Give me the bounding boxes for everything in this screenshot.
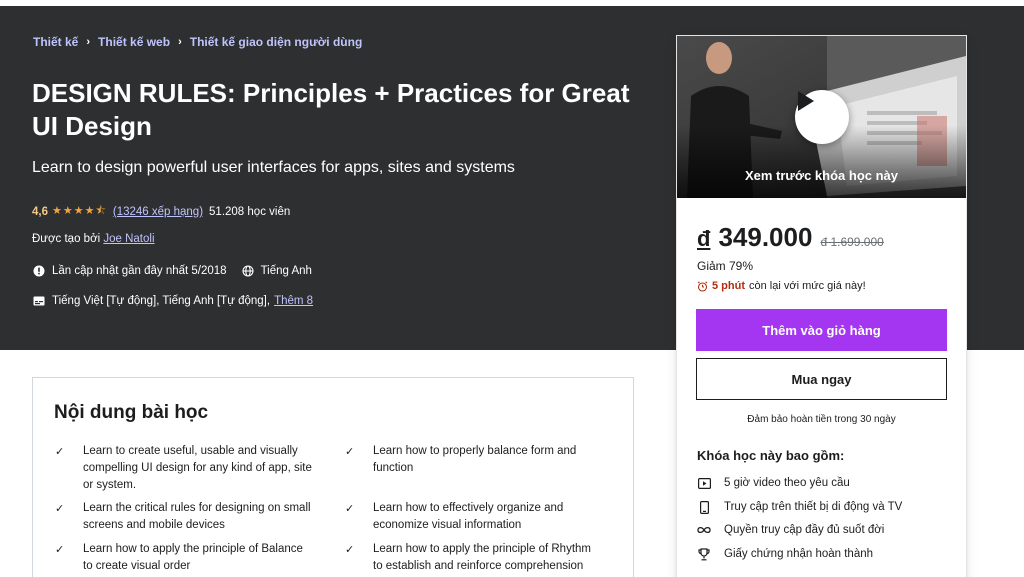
- price-row: đ 349.000 đ 1.699.000: [697, 222, 884, 253]
- current-price: 349.000: [718, 222, 813, 252]
- course-preview-video[interactable]: Xem trước khóa học này: [677, 36, 966, 198]
- add-to-cart-button[interactable]: Thêm vào giỏ hàng: [696, 309, 947, 351]
- includes-item: Giấy chứng nhận hoàn thành: [697, 547, 873, 561]
- learn-item-line: Learn how to apply the principle of Bala…: [83, 543, 303, 555]
- buy-now-button[interactable]: Mua ngay: [696, 358, 947, 400]
- learn-item-line: Learn to create useful, usable and visua…: [83, 445, 298, 457]
- includes-item: Truy cập trên thiết bị di động và TV: [697, 500, 902, 514]
- chevron-right-icon: ›: [86, 36, 91, 48]
- includes-item: Quyền truy cập đầy đủ suốt đời: [697, 523, 884, 537]
- timer-remaining: 5 phút: [712, 280, 745, 292]
- money-back-guarantee: Đảm bảo hoàn tiền trong 30 ngày: [747, 414, 896, 425]
- rating-value: 4,6: [32, 205, 48, 218]
- learn-section-title: Nội dung bài học: [54, 402, 209, 423]
- includes-text: Truy cập trên thiết bị di động và TV: [724, 501, 903, 513]
- learn-item: ✓ Learn how to effectively organize and …: [345, 500, 625, 534]
- learn-item-line: to create visual order: [83, 560, 191, 572]
- globe-icon: [241, 264, 255, 278]
- preview-label: Xem trước khóa học này: [744, 168, 899, 183]
- infinity-icon: [697, 523, 711, 537]
- created-by-label: Được tạo bởi: [32, 233, 101, 245]
- learn-item-line: to establish and reinforce comprehension: [373, 560, 584, 572]
- closed-captions-icon: [32, 294, 46, 308]
- learn-item-text: Learn the critical rules for designing o…: [83, 500, 311, 534]
- learn-item-text: Learn how to properly balance form and f…: [373, 443, 576, 477]
- learn-item: ✓ Learn the critical rules for designing…: [55, 500, 335, 534]
- check-icon: ✓: [345, 544, 355, 556]
- course-subtitle: Learn to design powerful user interfaces…: [32, 159, 515, 176]
- learn-item-line: or system.: [83, 479, 137, 491]
- original-price: đ 1.699.000: [820, 235, 884, 249]
- creator-row: Được tạo bởi Joe Natoli: [32, 233, 155, 245]
- learn-item-line: Learn how to properly balance form and: [373, 445, 577, 457]
- learn-item: ✓ Learn how to properly balance form and…: [345, 443, 625, 477]
- learn-item: ✓ Learn how to apply the principle of Rh…: [345, 541, 625, 575]
- students-count: 51.208 học viên: [209, 205, 291, 218]
- breadcrumb: Thiết kế › Thiết kế web › Thiết kế giao …: [33, 35, 362, 49]
- timer-text: còn lại với mức giá này!: [749, 280, 866, 292]
- learn-item-line: economize visual information: [373, 519, 522, 531]
- trophy-icon: [697, 547, 711, 561]
- learn-item: ✓ Learn how to apply the principle of Ba…: [55, 541, 335, 575]
- check-icon: ✓: [345, 446, 355, 458]
- discount-percent: Giảm 79%: [697, 259, 754, 273]
- purchase-card: Xem trước khóa học này đ 349.000 đ 1.699…: [676, 35, 967, 577]
- includes-title: Khóa học này bao gồm:: [697, 448, 845, 463]
- check-icon: ✓: [55, 544, 65, 556]
- captions-row: Tiếng Việt [Tự động], Tiếng Anh [Tự động…: [32, 294, 313, 308]
- alert-badge-icon: [32, 264, 46, 278]
- learn-item-line: screens and mobile devices: [83, 519, 225, 531]
- rating-row: 4,6 ★★★★⯪ (13246 xếp hạng) 51.208 học vi…: [32, 202, 290, 221]
- check-icon: ✓: [55, 503, 65, 515]
- learn-item-text: Learn to create useful, usable and visua…: [83, 443, 312, 494]
- author-link[interactable]: Joe Natoli: [103, 233, 154, 245]
- learn-item-line: function: [373, 462, 414, 474]
- course-language: Tiếng Anh: [260, 265, 312, 277]
- sale-timer: 5 phút còn lại với mức giá này!: [697, 280, 866, 292]
- breadcrumb-item-ui-design[interactable]: Thiết kế giao diện người dùng: [190, 35, 363, 49]
- learn-item-line: Learn how to apply the principle of Rhyt…: [373, 543, 591, 555]
- includes-item: 5 giờ video theo yêu cầu: [697, 476, 850, 490]
- ratings-count-link[interactable]: (13246 xếp hạng): [113, 206, 203, 218]
- play-button[interactable]: [795, 90, 849, 144]
- check-icon: ✓: [345, 503, 355, 515]
- mobile-icon: [697, 500, 711, 514]
- breadcrumb-item-design[interactable]: Thiết kế: [33, 35, 78, 49]
- learn-item: ✓ Learn to create useful, usable and vis…: [55, 443, 335, 494]
- includes-text: Giấy chứng nhận hoàn thành: [724, 548, 874, 560]
- play-icon: [798, 91, 814, 111]
- learn-item-text: Learn how to effectively organize and ec…: [373, 500, 563, 534]
- includes-text: 5 giờ video theo yêu cầu: [724, 477, 850, 489]
- more-captions-link[interactable]: Thêm 8: [274, 295, 313, 307]
- learn-item-text: Learn how to apply the principle of Rhyt…: [373, 541, 591, 575]
- alarm-clock-icon: [697, 280, 708, 292]
- last-updated: Lần cập nhật gần đây nhất 5/2018: [52, 265, 227, 277]
- includes-text: Quyền truy cập đầy đủ suốt đời: [724, 524, 885, 536]
- star-rating-icon: ★★★★⯪: [52, 205, 107, 217]
- course-title: DESIGN RULES: Principles + Practices for…: [32, 78, 630, 141]
- check-icon: ✓: [55, 446, 65, 458]
- video-icon: [697, 476, 711, 490]
- chevron-right-icon: ›: [178, 36, 182, 48]
- captions-list: Tiếng Việt [Tự động], Tiếng Anh [Tự động…: [52, 295, 271, 307]
- learn-item-text: Learn how to apply the principle of Bala…: [83, 541, 303, 575]
- learn-item-line: Learn how to effectively organize and: [373, 502, 564, 514]
- currency-symbol: đ: [697, 226, 711, 251]
- breadcrumb-item-web-design[interactable]: Thiết kế web: [98, 35, 170, 49]
- update-language-row: Lần cập nhật gần đây nhất 5/2018 Tiếng A…: [32, 264, 312, 278]
- learn-item-line: Learn the critical rules for designing o…: [83, 502, 311, 514]
- learn-item-line: compelling UI design for any kind of app…: [83, 462, 312, 474]
- what-you-learn-box: Nội dung bài học ✓ Learn to create usefu…: [32, 377, 634, 577]
